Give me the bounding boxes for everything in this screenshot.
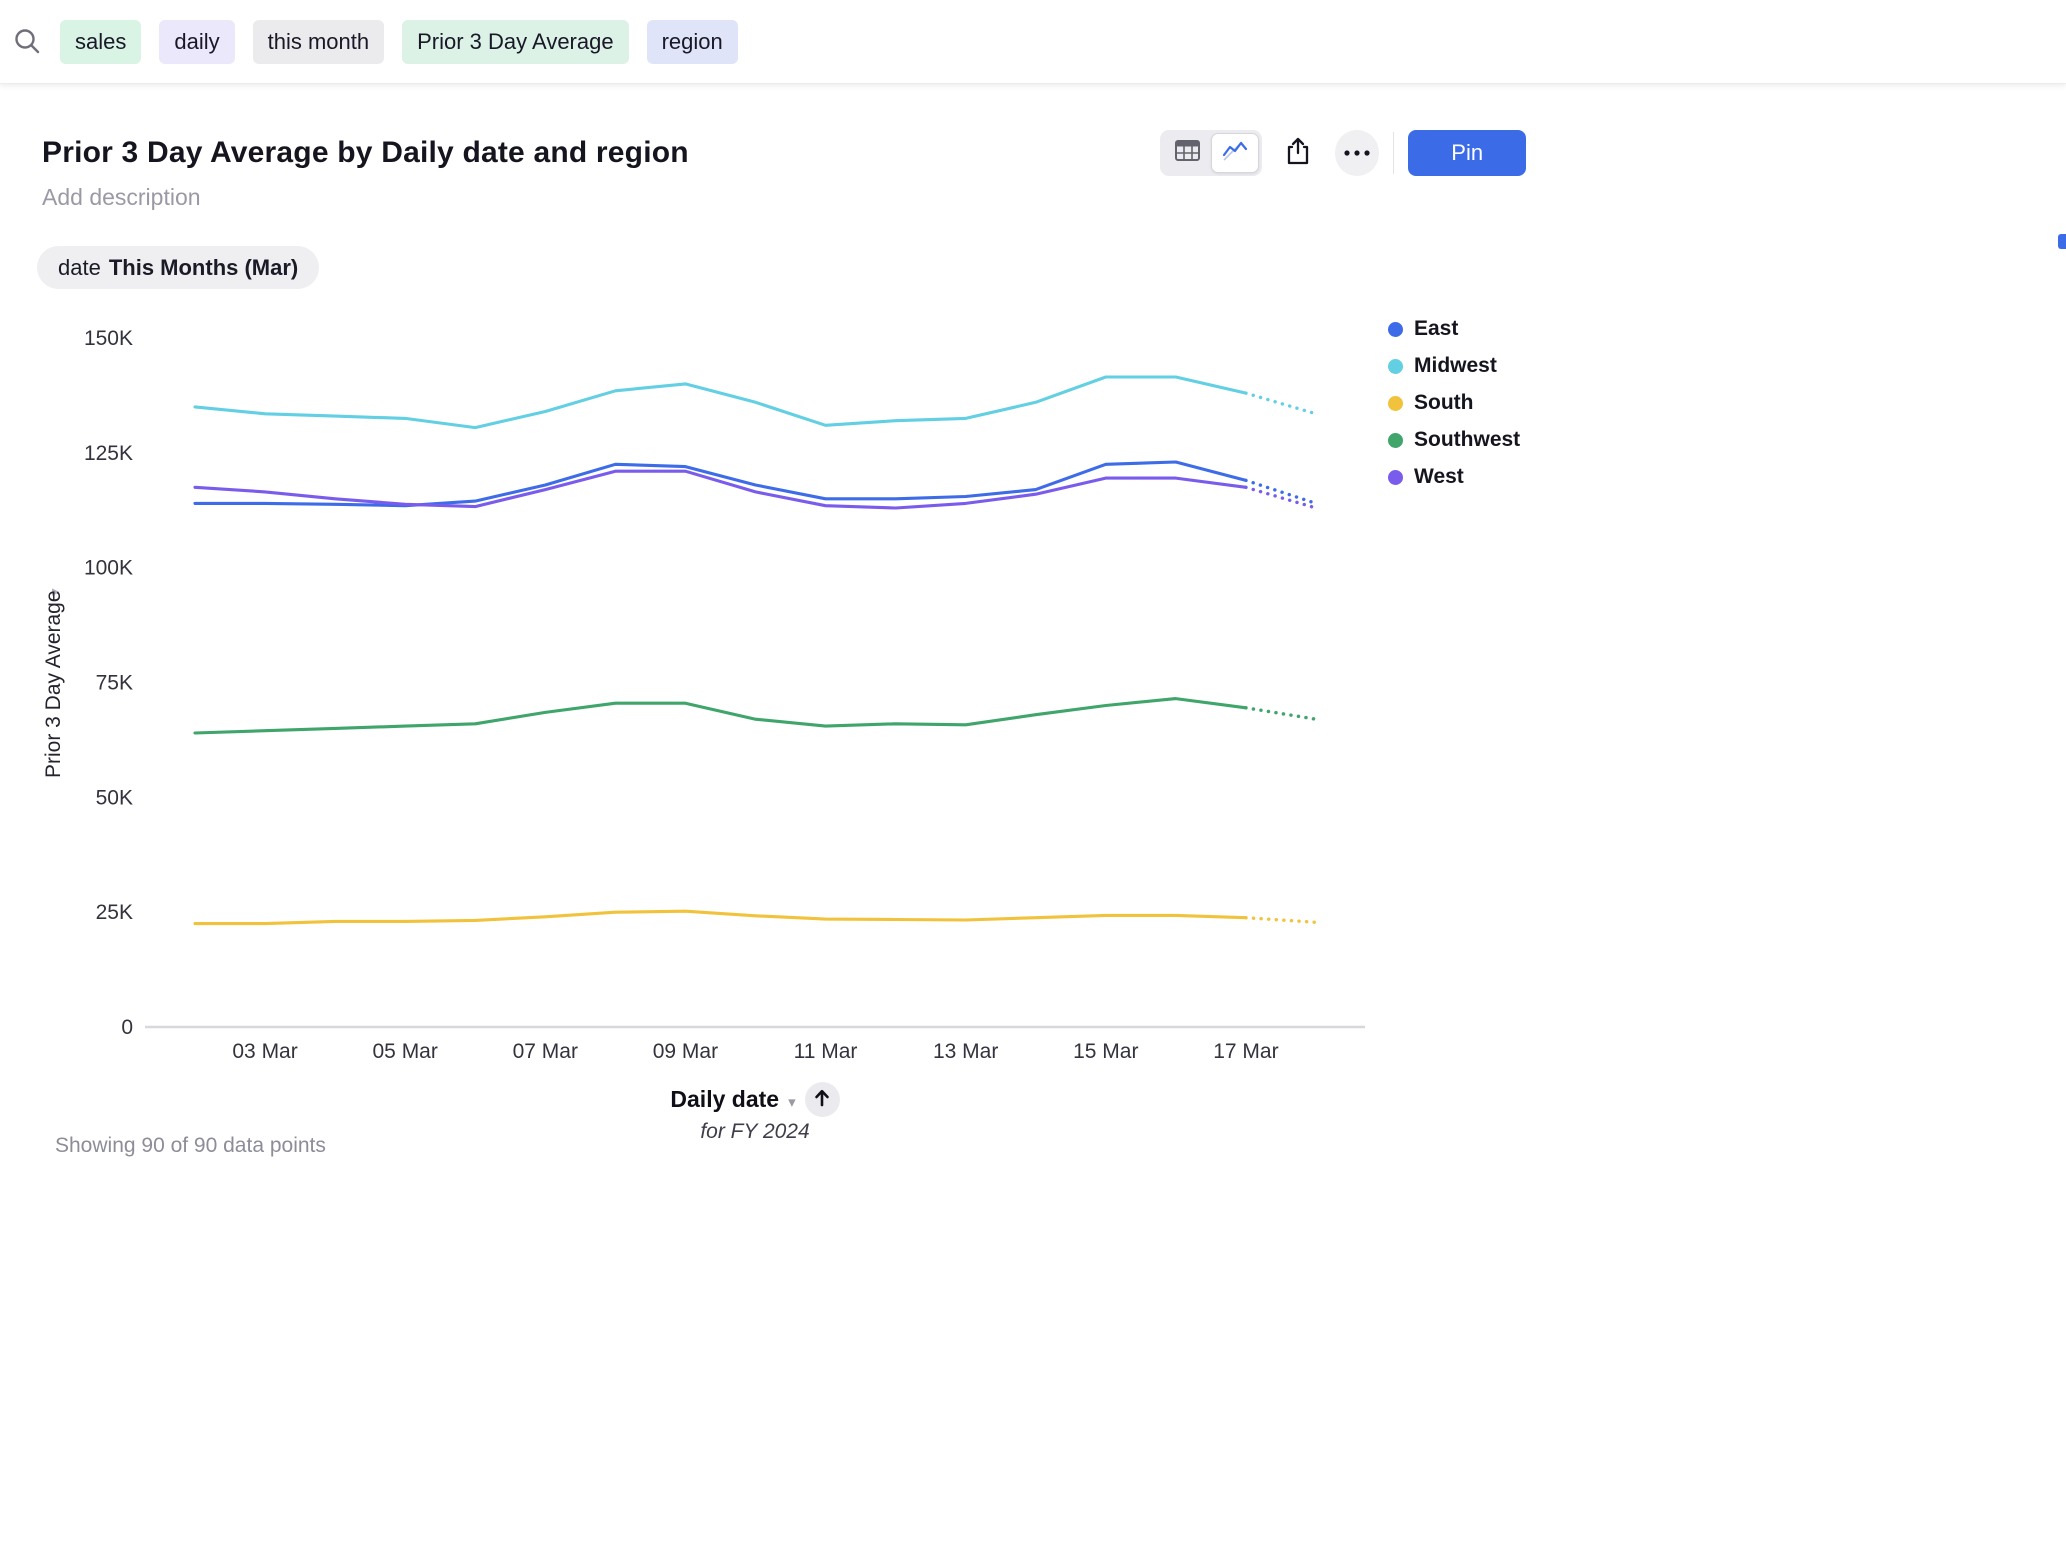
series-line-midwest[interactable]: [195, 377, 1246, 428]
legend-item-east[interactable]: East: [1388, 318, 1520, 340]
y-tick-label: 50K: [96, 786, 133, 809]
chart-legend: East Midwest South Southwest West: [1388, 318, 1520, 503]
date-filter-prefix: date: [58, 255, 101, 281]
legend-item-midwest[interactable]: Midwest: [1388, 355, 1520, 377]
legend-dot: [1388, 470, 1403, 485]
series-line-south[interactable]: [195, 911, 1246, 923]
legend-dot: [1388, 359, 1403, 374]
x-tick-label: 07 Mar: [513, 1040, 578, 1063]
table-view-button[interactable]: [1163, 133, 1211, 173]
series-line-forecast-midwest[interactable]: [1246, 393, 1316, 414]
data-point-count: Showing 90 of 90 data points: [55, 1134, 326, 1158]
search-pill-prior-3-day-average[interactable]: Prior 3 Day Average: [402, 20, 628, 64]
legend-item-west[interactable]: West: [1388, 466, 1520, 488]
y-tick-label: 0: [121, 1016, 133, 1039]
search-icon[interactable]: [12, 27, 42, 57]
chart-view-button[interactable]: [1211, 133, 1259, 173]
date-filter-pill[interactable]: date This Months (Mar): [37, 246, 319, 289]
x-axis-control: Daily date ▾: [85, 1082, 1425, 1117]
series-line-forecast-south[interactable]: [1246, 918, 1316, 923]
search-pill-region[interactable]: region: [647, 20, 738, 64]
x-tick-label: 03 Mar: [232, 1040, 297, 1063]
x-tick-label: 15 Mar: [1073, 1040, 1138, 1063]
legend-dot: [1388, 433, 1403, 448]
x-axis-field-label[interactable]: Daily date: [670, 1086, 779, 1113]
x-tick-label: 09 Mar: [653, 1040, 718, 1063]
add-description-placeholder[interactable]: Add description: [42, 184, 201, 211]
line-chart-icon: [1222, 140, 1248, 167]
search-pill-sales[interactable]: sales: [60, 20, 141, 64]
series-line-forecast-west[interactable]: [1246, 487, 1316, 508]
series-line-southwest[interactable]: [195, 699, 1246, 733]
y-axis-label: Prior 3 Day Average: [42, 494, 68, 874]
series-line-forecast-southwest[interactable]: [1246, 708, 1316, 719]
y-tick-label: 125K: [85, 442, 133, 465]
view-toggle: [1160, 130, 1262, 176]
legend-label: South: [1414, 391, 1473, 415]
legend-label: Midwest: [1414, 354, 1497, 378]
x-tick-label: 05 Mar: [373, 1040, 438, 1063]
line-chart[interactable]: 150K 125K 100K 75K 50K 25K 0 03 Mar 05 Mar 07 Mar…: [85, 324, 1385, 1069]
y-tick-label: 25K: [96, 901, 133, 924]
legend-label: West: [1414, 465, 1464, 489]
chevron-down-icon[interactable]: ▾: [788, 1093, 796, 1111]
x-tick-label: 13 Mar: [933, 1040, 998, 1063]
legend-label: East: [1414, 317, 1458, 341]
date-filter-value: This Months (Mar): [109, 255, 298, 281]
chart-area[interactable]: 150K 125K 100K 75K 50K 25K 0 03 Mar 05 Mar 07 Mar…: [85, 324, 1385, 1069]
more-options-button[interactable]: [1335, 130, 1380, 176]
search-pill-daily[interactable]: daily: [159, 20, 234, 64]
share-icon: [1284, 136, 1312, 171]
ellipsis-icon: [1343, 144, 1371, 162]
y-tick-label: 75K: [96, 672, 133, 695]
legend-item-southwest[interactable]: Southwest: [1388, 429, 1520, 451]
search-pill-list: sales daily this month Prior 3 Day Average r…: [60, 20, 738, 64]
legend-label: Southwest: [1414, 428, 1520, 452]
legend-dot: [1388, 396, 1403, 411]
share-button[interactable]: [1276, 130, 1321, 176]
search-bar[interactable]: sales daily this month Prior 3 Day Average r…: [0, 0, 2066, 84]
series-line-forecast-east[interactable]: [1246, 480, 1316, 503]
table-icon: [1175, 140, 1200, 166]
legend-item-south[interactable]: South: [1388, 392, 1520, 414]
sort-ascending-button[interactable]: [805, 1082, 840, 1117]
legend-dot: [1388, 322, 1403, 337]
y-tick-label: 150K: [85, 327, 133, 350]
y-tick-label: 100K: [85, 557, 133, 580]
arrow-up-icon: [813, 1088, 831, 1111]
search-pill-this-month[interactable]: this month: [253, 20, 385, 64]
page-title: Prior 3 Day Average by Daily date and re…: [42, 136, 689, 170]
chart-card: Prior 3 Day Average by Daily date and re…: [0, 84, 2066, 1184]
panel-resize-indicator[interactable]: [2058, 234, 2066, 249]
x-tick-label: 17 Mar: [1213, 1040, 1278, 1063]
toolbar-divider: [1393, 132, 1394, 174]
x-tick-label: 11 Mar: [794, 1040, 858, 1063]
pin-button[interactable]: Pin: [1408, 130, 1526, 176]
toolbar: Pin: [1160, 130, 1526, 176]
